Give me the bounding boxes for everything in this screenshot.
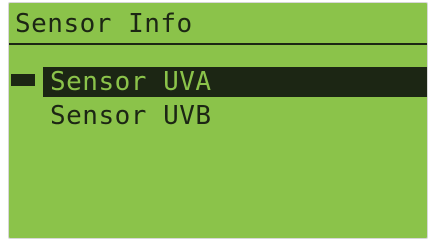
menu-item-label: Sensor UVA bbox=[43, 67, 427, 97]
title-divider bbox=[9, 43, 427, 45]
selection-cursor-icon bbox=[11, 74, 35, 86]
menu-item-sensor-uvb[interactable]: Sensor UVB bbox=[9, 101, 427, 133]
menu-item-label: Sensor UVB bbox=[50, 101, 212, 131]
screen-title: Sensor Info bbox=[15, 9, 193, 39]
lcd-screen: Sensor Info Sensor UVA Sensor UVB bbox=[8, 2, 428, 239]
menu-item-sensor-uva[interactable]: Sensor UVA bbox=[9, 67, 427, 99]
